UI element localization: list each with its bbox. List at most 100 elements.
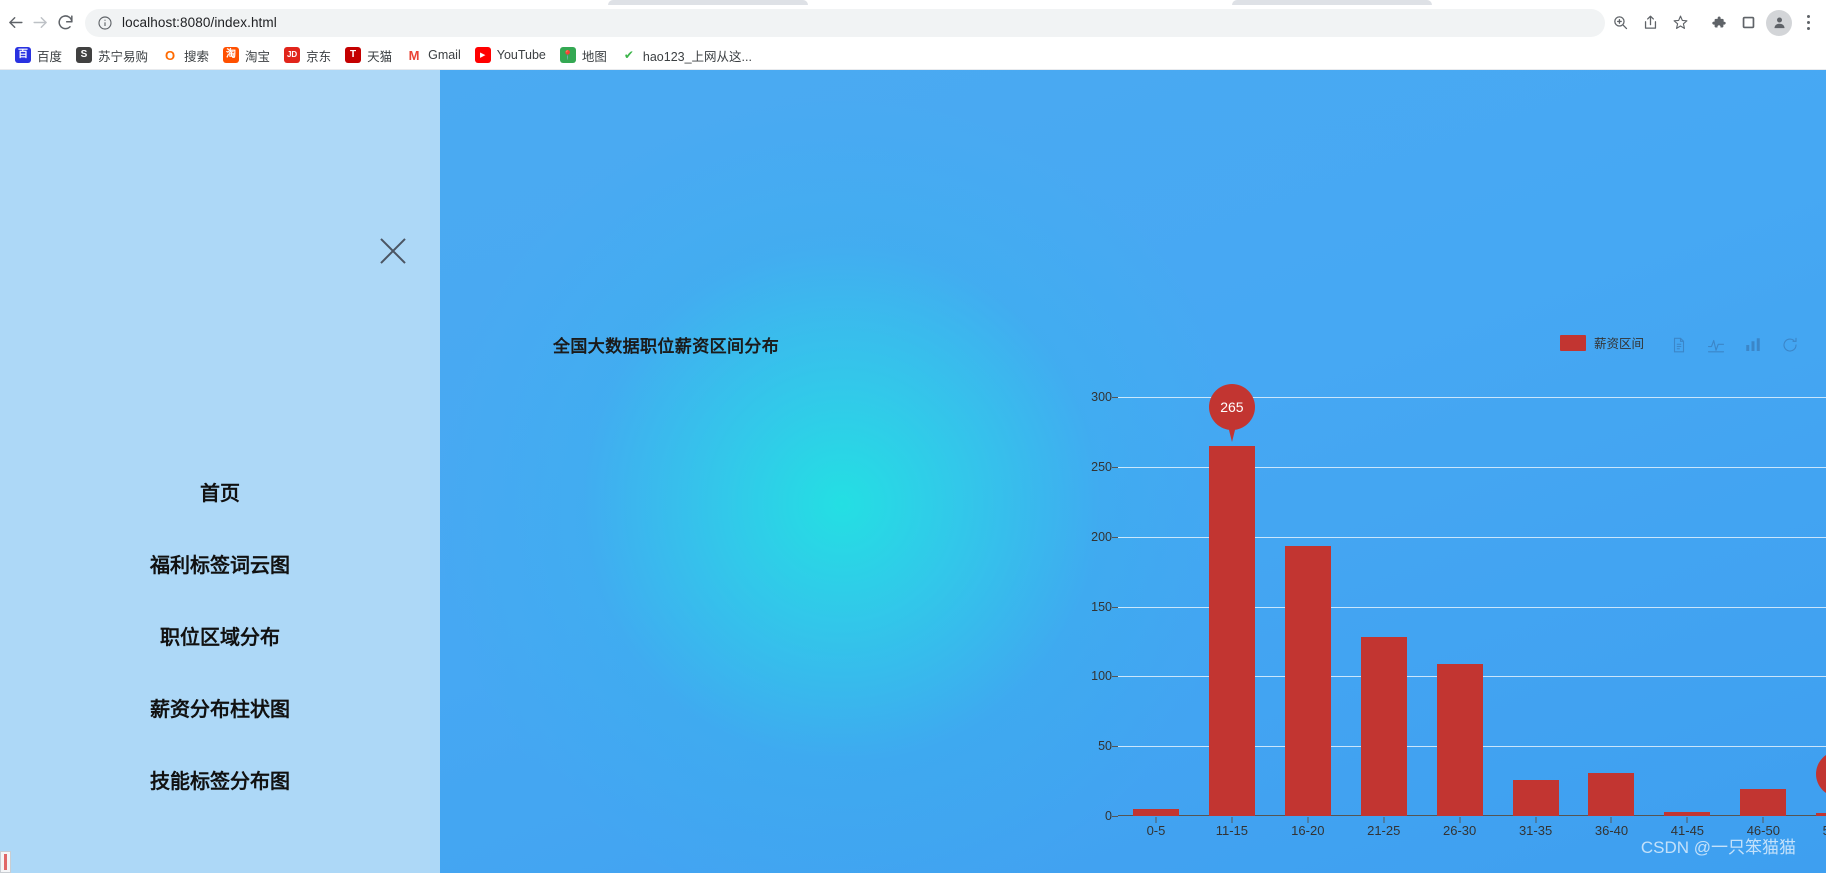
data-view-icon[interactable]	[1669, 335, 1689, 355]
bookmarks-bar: 百百度 S 苏宁易购 O 搜索 淘淘宝 JD 京东 T 天猫 M Gmail ▶ YouTu…	[0, 40, 1826, 70]
bar-slot[interactable]	[1649, 397, 1725, 823]
x-axis-tick-label: 36-40	[1594, 823, 1629, 838]
taobao-icon: 淘	[223, 47, 240, 63]
browser-toolbar: localhost:8080/index.html	[0, 5, 1826, 40]
y-axis-tick-label: 300	[1091, 390, 1112, 404]
search-icon: O	[162, 47, 179, 63]
bar-slot[interactable]	[1422, 397, 1498, 823]
watermark: CSDN @一只笨猫猫	[1640, 838, 1796, 857]
value-pin-label: 265	[1208, 383, 1255, 430]
bar-chart-icon[interactable]	[1743, 335, 1763, 355]
bar-slot[interactable]	[1498, 397, 1574, 823]
bookmark-item[interactable]: T 天猫	[338, 43, 399, 67]
bar[interactable]	[1512, 779, 1559, 816]
bookmark-item[interactable]: 淘淘宝	[216, 43, 277, 67]
bookmark-label: 搜索	[184, 49, 210, 64]
hao123-icon: ✔	[620, 47, 637, 63]
bookmark-item[interactable]: M Gmail	[399, 43, 468, 67]
bookmark-item[interactable]: JD 京东	[277, 43, 338, 67]
x-axis-tick-label: 16-20	[1291, 823, 1325, 838]
x-axis-tick-label: 26-30	[1443, 823, 1477, 838]
sidebar-menu: 首页 福利标签词云图 职位区域分布 薪资分布柱状图 技能标签分布图	[0, 455, 440, 815]
youtube-icon: ▶	[474, 47, 491, 63]
sidebar-item-label: 福利标签词云图	[150, 554, 290, 577]
jd-icon: JD	[284, 47, 301, 63]
x-axis-tick-label: 0-5	[1146, 823, 1166, 838]
bar-slot[interactable]	[1574, 397, 1650, 823]
browser-chrome: localhost:8080/index.html 百 百度 S 苏宁易购 O …	[0, 0, 1826, 70]
sidebar-item-label: 技能标签分布图	[150, 770, 290, 793]
bookmark-label: 地图	[581, 49, 607, 64]
bar[interactable]	[1132, 809, 1179, 816]
bookmark-item[interactable]: O 搜索	[155, 43, 216, 67]
back-arrow-icon[interactable]	[6, 6, 25, 40]
forward-arrow-icon[interactable]	[31, 6, 50, 40]
bar[interactable]	[1588, 772, 1635, 816]
bookmark-item[interactable]: ▶ YouTube	[468, 43, 553, 67]
bar-slot[interactable]	[1725, 397, 1801, 823]
sidebar-item-label: 首页	[200, 482, 240, 505]
sidebar-item-home[interactable]: 首页	[0, 455, 440, 527]
x-axis-tick-label: 11-15	[1215, 823, 1249, 838]
y-axis-tick-label: 250	[1091, 459, 1112, 474]
sidebar-panel: 首页 福利标签词云图 职位区域分布 薪资分布柱状图 技能标签分布图	[0, 70, 440, 873]
bar-slot[interactable]: 2	[1801, 397, 1826, 816]
zoom-in-icon[interactable]	[1605, 8, 1635, 38]
bar[interactable]	[1816, 813, 1826, 816]
bar-slot[interactable]	[1270, 397, 1346, 823]
y-axis-tick	[1112, 816, 1118, 817]
y-axis-tick-label: 100	[1091, 669, 1112, 684]
bookmark-label: Gmail	[428, 48, 461, 62]
bar[interactable]	[1284, 546, 1331, 816]
sidebar-item-salary-bar[interactable]: 薪资分布柱状图	[0, 671, 440, 743]
chart-title: 全国大数据职位薪资区间分布	[553, 337, 780, 356]
line-chart-icon[interactable]	[1706, 335, 1726, 355]
share-icon[interactable]	[1635, 8, 1665, 38]
page-content: 全国大数据职位薪资区间分布 薪资区间 0 50 100 150 200 250 …	[0, 70, 1826, 873]
bookmark-item[interactable]: ✔ hao123_上网从这...	[614, 43, 759, 67]
chrome-actions	[1605, 8, 1826, 38]
legend-label: 薪资区间	[1594, 337, 1645, 351]
bookmark-label: 百度	[37, 49, 63, 64]
reload-icon[interactable]	[56, 6, 75, 40]
sidebar-item-welfare-wordcloud[interactable]: 福利标签词云图	[0, 527, 440, 599]
chart-toolbox	[1669, 335, 1800, 355]
bookmark-item[interactable]: 📍 地图	[553, 43, 614, 67]
bookmark-star-icon[interactable]	[1665, 8, 1695, 38]
y-axis-tick-label: 200	[1091, 529, 1112, 544]
bookmark-label: 京东	[306, 49, 332, 64]
x-axis-tick-label: 21-25	[1367, 823, 1401, 838]
bookmark-label: 苏宁易购	[98, 49, 149, 64]
plot-area: 0 50 100 150 200 250 300 265 2 0-5 11-15 16-20 21-…	[1091, 383, 1826, 838]
bar[interactable]	[1740, 789, 1787, 816]
sidebar-item-label: 职位区域分布	[160, 626, 280, 649]
bar[interactable]	[1208, 445, 1255, 816]
x-axis-tick-label: 31-35	[1518, 823, 1553, 838]
bar-slot[interactable]: 265	[1194, 383, 1270, 823]
close-icon[interactable]	[372, 230, 414, 272]
extensions-puzzle-icon[interactable]	[1703, 8, 1733, 38]
bar-slot[interactable]	[1118, 397, 1194, 823]
bar[interactable]	[1664, 811, 1711, 816]
app-root: localhost:8080/index.html 百 百度 S 苏宁易购 O …	[0, 0, 1826, 873]
chart-legend[interactable]: 薪资区间	[1560, 333, 1644, 352]
side-panel-icon[interactable]	[1733, 8, 1763, 38]
page-scrollbar[interactable]	[0, 851, 11, 873]
more-menu-icon[interactable]	[1795, 10, 1821, 36]
chart-canvas: 全国大数据职位薪资区间分布 薪资区间 0 50 100 150 200 250 …	[440, 70, 1826, 873]
bookmark-item[interactable]: S 苏宁易购	[69, 43, 155, 67]
bookmark-label: hao123_上网从这...	[642, 49, 752, 64]
profile-avatar[interactable]	[1766, 9, 1792, 36]
bar[interactable]	[1436, 663, 1483, 816]
chrome-divider	[0, 69, 1826, 70]
bookmark-item[interactable]: 百百度	[8, 43, 69, 67]
bar[interactable]	[1360, 637, 1407, 816]
x-axis-tick-label: 51-55	[1801, 823, 1826, 838]
bar-slot[interactable]	[1346, 397, 1422, 823]
sidebar-item-skill-tags[interactable]: 技能标签分布图	[0, 743, 440, 815]
bookmark-label: YouTube	[496, 48, 546, 62]
sidebar-item-job-region[interactable]: 职位区域分布	[0, 599, 440, 671]
address-bar[interactable]: localhost:8080/index.html	[85, 8, 1605, 37]
bar-series: 265 2	[1118, 383, 1826, 823]
restore-icon[interactable]	[1780, 335, 1800, 355]
